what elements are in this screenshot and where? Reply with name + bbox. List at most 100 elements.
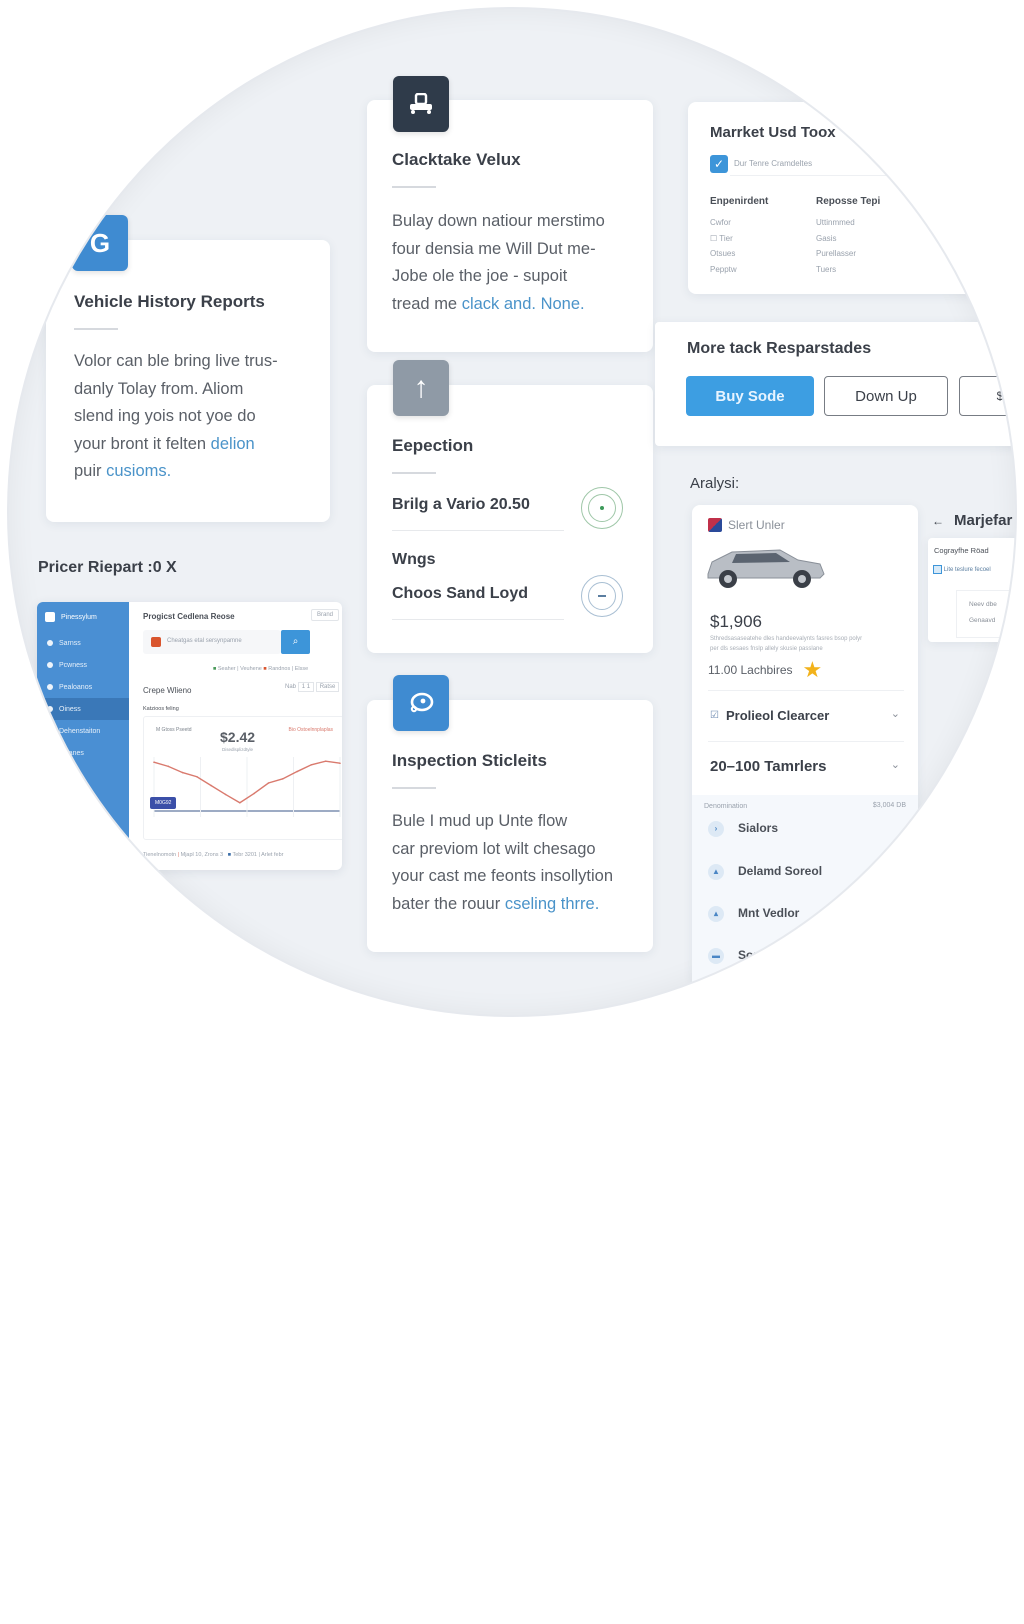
body-text: bater the rouur [392, 894, 505, 913]
body-line: puir cusioms. [74, 458, 324, 486]
chevron-down-icon: ⌄ [890, 759, 900, 771]
body-line: Volor can ble bring live trus- [74, 352, 278, 370]
option-row-1[interactable]: Brilg a Vario 20.50 [392, 496, 564, 531]
card-title: Eepection [392, 436, 474, 455]
chart-point [253, 792, 255, 795]
section-controls: Nab 1 1 Ratse [285, 682, 340, 692]
star-icon[interactable]: ★ [803, 659, 823, 681]
list-item-label: Tier [719, 233, 733, 243]
chart-point [181, 771, 184, 774]
list-item[interactable]: ☐ Tier [710, 231, 737, 247]
list-item: Pepptw [710, 264, 737, 274]
column-1-list: Cwfor ☐ Tier Otsues Pepptw [710, 215, 737, 277]
brand-name: Pinessylum [61, 613, 97, 621]
search-button[interactable]: ⌕ [281, 630, 310, 654]
list-item[interactable]: ▲ Delamd Soreol [708, 864, 822, 880]
seller-row: Slert Unler [708, 518, 785, 532]
buy-button[interactable]: Buy Sode [686, 376, 814, 416]
market-checkbox[interactable]: ✓ [710, 155, 728, 173]
rating-row: 11.00 Lachbires ★ [708, 659, 823, 681]
side-panel-title: Marjefar [954, 512, 1013, 529]
section-title: Crepe Wlieno [143, 686, 192, 695]
option-group-label: Wngs [392, 551, 436, 568]
list-item[interactable]: ▴ Mnt Vedlor [708, 906, 799, 922]
search-field[interactable]: Cheatgas etal sersynpamne [143, 630, 281, 654]
list-item[interactable]: › Sialors [708, 821, 778, 837]
sidebar-item[interactable]: Sarnss [37, 632, 129, 654]
arrow-up-icon: ↑ [393, 360, 449, 416]
sidebar-item[interactable]: Dehenstaiton [37, 720, 129, 742]
chart-point [324, 760, 327, 762]
divider [392, 186, 436, 188]
card-body: Bule I mud up Unte flow car previom lot … [392, 808, 642, 918]
market-checkbox-field[interactable]: Dur Tenre Cramdeltes [730, 153, 930, 176]
checkbox-label: Lite teslure fecoel [943, 567, 991, 574]
radio-minus-icon[interactable] [581, 575, 623, 617]
panel-button[interactable]: Brand [311, 609, 340, 621]
body-link[interactable]: cusioms. [106, 462, 171, 480]
chart-point [296, 770, 298, 773]
list-item: Tuers [816, 264, 837, 274]
pricer-footer: Tienelnomotn | Mjapl 10, Zrons 3 ■ Tebr … [143, 852, 284, 858]
sidebar-item[interactable]: Pealoanos [37, 676, 129, 698]
google-icon: G [72, 215, 128, 271]
gear-icon [47, 706, 53, 712]
sidebar-item[interactable]: Sisanes [37, 742, 129, 764]
rating-text: 11.00 Lachbires [708, 663, 793, 677]
sidebar-item-active[interactable]: Oiness [37, 698, 129, 720]
legend-item: Veuhene [240, 666, 262, 672]
chart-label: Katzioos feling [143, 706, 179, 712]
extra-button[interactable]: $1 [959, 376, 1019, 416]
chart-point [153, 761, 155, 763]
accordion-label: Prolieol Clearcer [726, 708, 830, 723]
sidebar-item[interactable]: Mikuer [37, 764, 129, 786]
triangle-icon: ▲ [708, 864, 724, 880]
sidebar-item[interactable]: Pcwness [37, 654, 129, 676]
card-title: Inspection Sticleits [392, 751, 547, 770]
body-link[interactable]: clack and. None. [462, 295, 585, 313]
sidebar-item[interactable]: Secalpuss [37, 786, 129, 808]
radio-target-icon[interactable] [581, 487, 623, 529]
listing-description: Sthredsasaseatehe dles handeevalynts fas… [710, 636, 863, 652]
accordion-row[interactable]: ☑ Prolieol Clearcer ⌄ [708, 690, 904, 742]
side-panel-checkbox[interactable]: Lite teslure fecoel [933, 565, 991, 574]
sidebar-label: Oiness [59, 705, 81, 713]
car-seat-icon [393, 76, 449, 132]
option-row-2[interactable]: Choos Sand Loyd [392, 585, 564, 620]
denomination-label: Denomination [704, 803, 748, 810]
control-button[interactable]: Ratse [315, 682, 340, 692]
chevron-icon: › [708, 821, 724, 837]
list-item: Uttinmmed [816, 218, 855, 227]
list-item[interactable]: ▬ Sor [708, 948, 758, 964]
sidebar-label: Sisanes [59, 749, 84, 757]
control-label: Nab [285, 684, 297, 690]
footer-item: Arlet febr [261, 852, 284, 858]
check-icon: ☑ [710, 710, 719, 721]
accordion-row[interactable]: 20–100 Tamrlers ⌄ [708, 742, 904, 792]
side-panel-box[interactable]: Neev dbe Genaavd [956, 590, 1024, 638]
body-line: car previom lot wilt chesago [392, 839, 596, 858]
body-link[interactable]: delion [211, 435, 255, 453]
search-placeholder: Cheatgas etal sersynpamne [167, 638, 242, 644]
body-line: four densia me Will Dut me- [392, 239, 596, 258]
body-text: puir [74, 462, 107, 480]
chat-icon [47, 728, 53, 734]
footer-item: Tebr 3201 [232, 852, 257, 858]
flag-icon [708, 518, 722, 532]
column-header: Enpenirdent [710, 196, 769, 207]
chart-point [281, 778, 284, 780]
panel-title: Progicst Cedlena Reose [143, 612, 235, 621]
pager-control[interactable]: 1 1 [297, 682, 315, 692]
body-line: danly Tolay from. Aliom [74, 379, 244, 398]
body-link[interactable]: cseling thrre. [505, 895, 599, 913]
body-line: Bulay down natiour merstimo [392, 212, 605, 230]
chart-point [167, 765, 170, 768]
pricer-window: Pinessylum Sarnss Pcwness Pealoanos Oine… [37, 602, 342, 870]
card-body: Bulay down natiour merstimo four densia … [392, 208, 642, 318]
legend-item: Randnos [268, 666, 291, 672]
back-arrow-icon[interactable]: ← [932, 514, 944, 528]
card-title: Vehicle History Reports [74, 292, 265, 311]
sidebar-label: Dehenstaiton [59, 727, 101, 735]
side-panel-card: Cograyfhe Röad Lite teslure fecoel Neev … [928, 538, 1024, 642]
down-up-button[interactable]: Down Up [824, 376, 948, 416]
